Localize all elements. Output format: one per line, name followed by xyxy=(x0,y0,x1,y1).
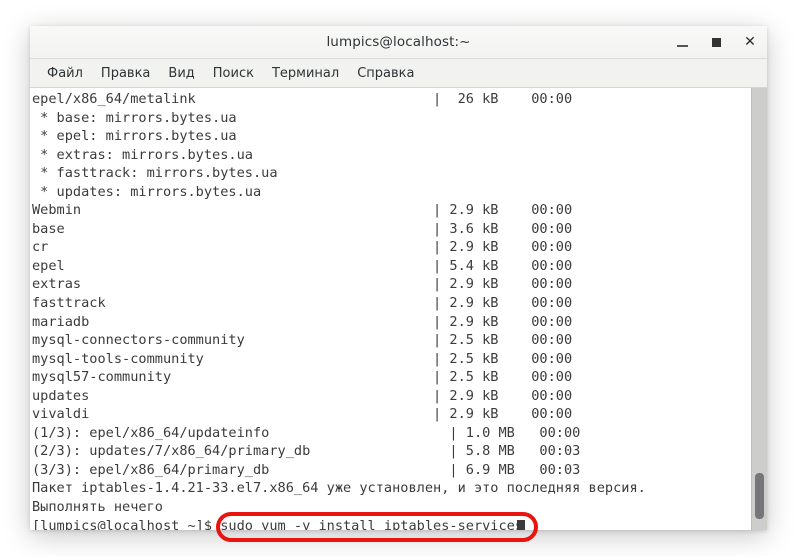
maximize-button[interactable] xyxy=(707,33,725,51)
title-bar[interactable]: lumpics@localhost:~ ✕ xyxy=(30,26,767,59)
terminal-line: * extras: mirrors.bytes.ua xyxy=(32,146,253,163)
vertical-scrollbar[interactable] xyxy=(751,88,767,530)
terminal-line: [lumpics@localhost ~]$ sudo yum -y insta… xyxy=(32,517,524,530)
menu-item-view[interactable]: Вид xyxy=(159,63,203,84)
terminal-line: * base: mirrors.bytes.ua xyxy=(32,109,237,126)
terminal-line: (2/3): updates/7/x86_64/primary_db | 5.8… xyxy=(32,443,581,460)
screenshot-root: lumpics@localhost:~ ✕ Файл Правка Вид По… xyxy=(0,0,797,556)
terminal-window: lumpics@localhost:~ ✕ Файл Правка Вид По… xyxy=(30,26,767,530)
terminal-line: epel/x86_64/metalink | 26 kB 00:00 xyxy=(32,91,573,107)
terminal-line: Выполнять нечего xyxy=(32,499,163,516)
terminal-line: vivaldi | 2.9 kB 00:00 xyxy=(32,406,573,423)
terminal-line: * updates: mirrors.bytes.ua xyxy=(32,183,262,200)
minimize-button[interactable] xyxy=(673,33,691,51)
close-button[interactable]: ✕ xyxy=(741,33,759,51)
terminal-line: Пакет iptables-1.4.21-33.el7.x86_64 уже … xyxy=(32,480,646,497)
terminal-line: epel | 5.4 kB 00:00 xyxy=(32,257,573,274)
text-cursor xyxy=(517,519,526,530)
close-icon: ✕ xyxy=(744,34,756,50)
terminal-line: Webmin | 2.9 kB 00:00 xyxy=(32,202,573,219)
terminal-line: * epel: mirrors.bytes.ua xyxy=(32,128,237,145)
terminal-line: base | 3.6 kB 00:00 xyxy=(32,220,573,237)
terminal-line: fasttrack | 2.9 kB 00:00 xyxy=(32,295,573,312)
terminal-line: (3/3): epel/x86_64/primary_db | 6.9 MB 0… xyxy=(32,461,581,478)
terminal-line: * fasttrack: mirrors.bytes.ua xyxy=(32,165,278,182)
window-controls: ✕ xyxy=(673,26,759,58)
menu-item-help[interactable]: Справка xyxy=(348,63,423,84)
terminal-line: mysql57-community | 2.5 kB 00:00 xyxy=(32,369,573,386)
minimize-icon xyxy=(676,45,688,47)
menu-bar: Файл Правка Вид Поиск Терминал Справка xyxy=(30,59,767,88)
terminal-line: mysql-tools-community | 2.5 kB 00:00 xyxy=(32,350,573,367)
terminal-line: updates | 2.9 kB 00:00 xyxy=(32,387,573,404)
window-title: lumpics@localhost:~ xyxy=(326,34,471,50)
terminal-text: epel/x86_64/metalink | 26 kB 00:00 * bas… xyxy=(32,90,646,530)
terminal-line: mysql-connectors-community | 2.5 kB 00:0… xyxy=(32,332,573,349)
scrollbar-thumb[interactable] xyxy=(755,473,764,519)
terminal-line: mariadb | 2.9 kB 00:00 xyxy=(32,313,573,330)
terminal-line: extras | 2.9 kB 00:00 xyxy=(32,276,573,293)
menu-item-edit[interactable]: Правка xyxy=(92,63,159,84)
menu-item-terminal[interactable]: Терминал xyxy=(263,63,348,84)
terminal-area: epel/x86_64/metalink | 26 kB 00:00 * bas… xyxy=(30,88,767,530)
maximize-icon xyxy=(711,37,721,47)
menu-item-file[interactable]: Файл xyxy=(38,63,92,84)
terminal-output[interactable]: epel/x86_64/metalink | 26 kB 00:00 * bas… xyxy=(30,88,751,530)
terminal-line: cr | 2.9 kB 00:00 xyxy=(32,239,573,256)
terminal-line: (1/3): epel/x86_64/updateinfo | 1.0 MB 0… xyxy=(32,424,581,441)
menu-item-search[interactable]: Поиск xyxy=(204,63,263,84)
